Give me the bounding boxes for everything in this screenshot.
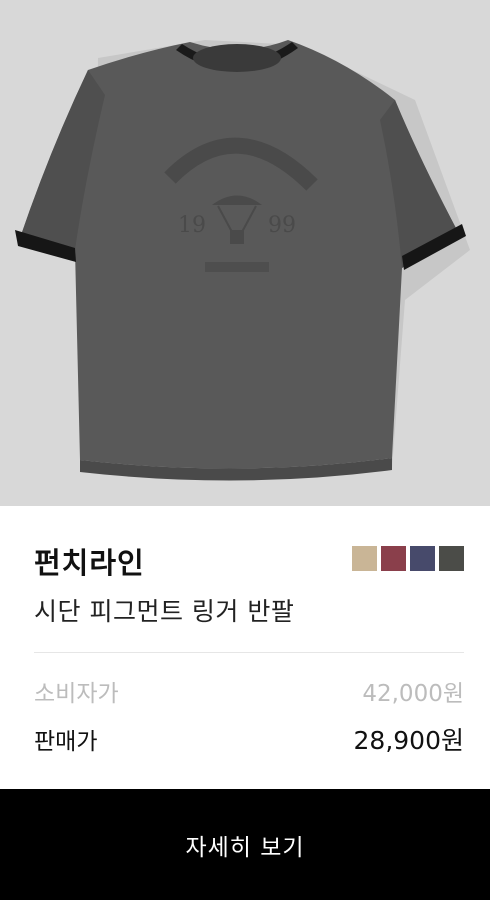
sale-price-row: 판매가 28,900원	[34, 722, 464, 756]
color-swatch-burgundy[interactable]	[381, 546, 406, 571]
color-swatch-navy[interactable]	[410, 546, 435, 571]
consumer-price-row: 소비자가 42,000원	[34, 674, 464, 708]
brand-name[interactable]: 펀치라인	[34, 540, 145, 582]
product-card: 19 99 펀치라인 시단 피그먼트 링거 반팔 소비자가 42,000원 판매…	[0, 0, 490, 900]
product-image[interactable]: 19 99	[0, 0, 490, 506]
svg-text:99: 99	[268, 213, 296, 238]
consumer-price-value: 42,000원	[362, 681, 464, 707]
color-swatch-beige[interactable]	[352, 546, 377, 571]
view-details-button[interactable]: 자세히 보기	[0, 789, 490, 900]
sale-price-value: 28,900원	[353, 726, 464, 755]
color-swatches	[352, 546, 464, 571]
color-swatch-charcoal[interactable]	[439, 546, 464, 571]
consumer-price-label: 소비자가	[34, 681, 119, 707]
tshirt-photo-icon: 19 99	[0, 0, 490, 506]
divider	[34, 652, 464, 653]
svg-text:19: 19	[178, 213, 206, 238]
sale-price-label: 판매가	[34, 729, 98, 755]
product-name[interactable]: 시단 피그먼트 링거 반팔	[34, 592, 294, 628]
